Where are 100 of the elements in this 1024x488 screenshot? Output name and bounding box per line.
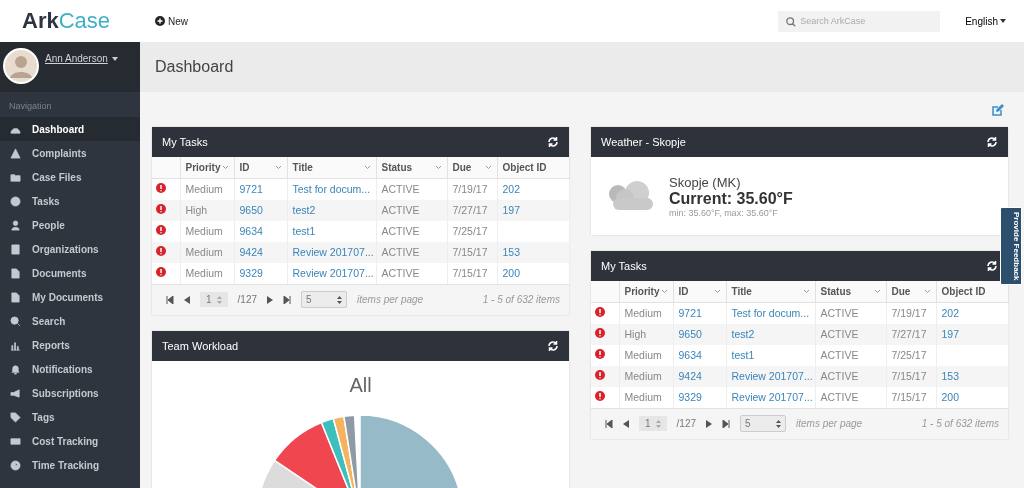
table-cell: 7/15/17 (452, 267, 488, 279)
table-link[interactable]: 9650 (239, 204, 263, 216)
first-page-icon[interactable] (166, 295, 174, 304)
next-page-icon[interactable] (267, 295, 274, 304)
alert-icon (595, 328, 605, 338)
refresh-icon[interactable] (547, 136, 559, 148)
chevron-down-icon[interactable] (484, 164, 492, 170)
feedback-tab[interactable]: Provide Feedback (1000, 207, 1022, 286)
table-link[interactable]: 9721 (678, 307, 702, 319)
chevron-down-icon[interactable] (660, 288, 668, 294)
table-link[interactable]: 200 (502, 267, 521, 279)
chart-title: All (349, 372, 372, 397)
chevron-down-icon[interactable] (923, 288, 931, 294)
table-cell: 7/15/17 (452, 246, 488, 258)
page-size-select[interactable]: 5 (301, 291, 348, 308)
table-link[interactable]: test2 (292, 204, 316, 216)
table-cell: Medium (624, 349, 662, 361)
table-link[interactable]: Review 201707... (292, 267, 374, 279)
refresh-icon[interactable] (547, 339, 559, 352)
table-link[interactable]: 200 (941, 391, 960, 403)
table-link[interactable]: Review 201707... (292, 246, 374, 258)
page-input[interactable]: 1 (639, 416, 667, 431)
bar-chart-icon (10, 339, 21, 351)
table-link[interactable]: test2 (731, 328, 755, 340)
nav-item[interactable]: Notifications (0, 357, 140, 381)
table-cell: Medium (624, 391, 662, 403)
panel-title: Weather - Skopje (601, 136, 686, 148)
chevron-down-icon[interactable] (873, 288, 881, 294)
table-link[interactable]: 9634 (239, 225, 263, 237)
document-icon (10, 267, 21, 279)
spinner-arrows-icon[interactable] (655, 419, 661, 428)
chevron-down-icon[interactable] (363, 164, 371, 170)
section-label: Navigation (8, 100, 53, 113)
alert-icon (595, 349, 605, 359)
chevron-down-icon[interactable] (802, 288, 810, 294)
table-link[interactable]: 153 (502, 246, 521, 258)
table-link[interactable]: 9424 (239, 246, 263, 258)
nav-item[interactable]: Tasks (0, 189, 140, 213)
arkcase-logo[interactable]: ArkCase (22, 8, 115, 34)
nav-item[interactable]: Tags (0, 405, 140, 429)
next-page-icon[interactable] (706, 419, 713, 428)
page-count: /127 (237, 294, 258, 305)
language-dropdown[interactable]: English (965, 15, 1006, 27)
table-link[interactable]: 202 (941, 307, 960, 319)
alert-icon (156, 267, 166, 277)
tag-icon (10, 411, 21, 423)
last-page-icon[interactable] (283, 295, 292, 304)
table-link[interactable]: 9650 (678, 328, 702, 340)
nav-item[interactable]: Reports (0, 333, 140, 357)
chevron-down-icon[interactable] (434, 164, 442, 170)
chevron-down-icon[interactable] (274, 164, 282, 170)
nav-item[interactable]: My Documents (0, 285, 140, 309)
table-link[interactable]: 9634 (678, 349, 702, 361)
table-link[interactable]: Review 201707... (731, 391, 813, 403)
chevron-down-icon[interactable] (221, 164, 229, 170)
user-menu[interactable]: Ann Anderson (45, 53, 118, 64)
table-link[interactable]: test1 (731, 349, 755, 361)
table-cell: ACTIVE (381, 267, 420, 279)
first-page-icon[interactable] (605, 419, 613, 428)
nav-item[interactable]: Dashboard (0, 117, 140, 141)
nav-item[interactable]: Subscriptions (0, 381, 140, 405)
edit-icon[interactable] (992, 103, 1004, 116)
refresh-icon[interactable] (986, 136, 998, 148)
table-link[interactable]: 153 (941, 370, 960, 382)
table-link[interactable]: 9329 (239, 267, 263, 279)
table-link[interactable]: 202 (502, 183, 521, 195)
last-page-icon[interactable] (722, 419, 731, 428)
table-link[interactable]: 197 (941, 328, 960, 340)
nav-item[interactable]: Organizations (0, 237, 140, 261)
column-header[interactable]: Title (292, 161, 313, 173)
new-button[interactable]: New (155, 15, 188, 27)
table-link[interactable]: Test for docum... (292, 183, 371, 195)
select-arrows-icon (776, 419, 782, 428)
table-link[interactable]: 9329 (678, 391, 702, 403)
table-link[interactable]: 9424 (678, 370, 702, 382)
spinner-arrows-icon[interactable] (216, 295, 222, 304)
nav-item[interactable]: Documents (0, 261, 140, 285)
table-cell: ACTIVE (820, 370, 859, 382)
table-link[interactable]: Review 201707... (731, 370, 813, 382)
column-header[interactable]: ID (239, 161, 250, 173)
refresh-icon[interactable] (986, 260, 998, 272)
table-link[interactable]: 197 (502, 204, 521, 216)
search-field[interactable]: Search ArkCase (778, 10, 941, 32)
column-header[interactable]: ID (678, 285, 689, 297)
table-link[interactable]: Test for docum... (731, 307, 810, 319)
page-input[interactable]: 1 (200, 292, 228, 307)
nav-item[interactable]: People (0, 213, 140, 237)
nav-item[interactable]: Case Files (0, 165, 140, 189)
nav-item[interactable]: Search (0, 309, 140, 333)
table-link[interactable]: 9721 (239, 183, 263, 195)
table-link[interactable]: test1 (292, 225, 316, 237)
nav-item[interactable]: Cost Tracking (0, 429, 140, 453)
nav-item[interactable]: Time Tracking (0, 453, 140, 477)
chevron-down-icon[interactable] (713, 288, 721, 294)
nav-item[interactable]: Complaints (0, 141, 140, 165)
previous-page-icon[interactable] (184, 295, 190, 304)
previous-page-icon[interactable] (623, 419, 629, 428)
column-header[interactable]: Title (731, 285, 752, 297)
page-size-select[interactable]: 5 (740, 415, 787, 432)
table-cell: Medium (185, 225, 223, 237)
